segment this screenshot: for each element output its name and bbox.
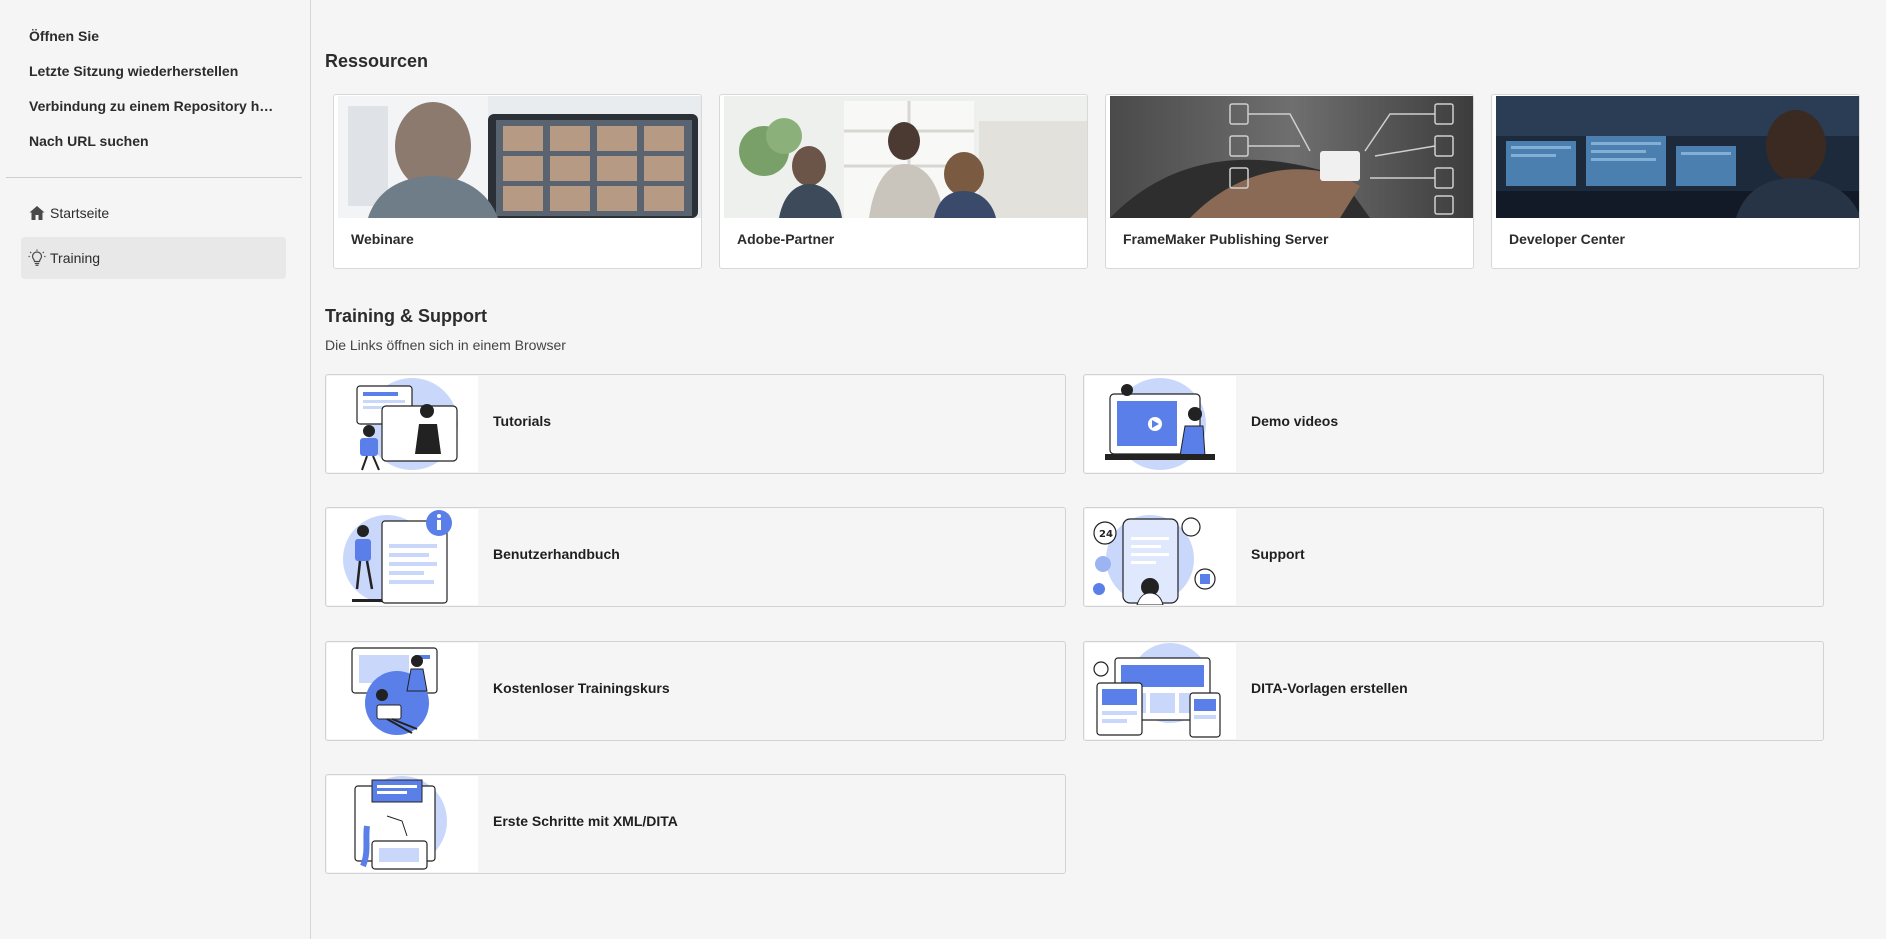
training-support-title: Training & Support [325,306,487,326]
training-card-demo-videos[interactable]: Demo videos [1083,374,1824,474]
sidebar: Öffnen Sie Letzte Sitzung wiederherstell… [0,0,311,939]
training-card-free-training-course[interactable]: Kostenloser Trainingskurs [325,641,1066,741]
sidebar-item-home[interactable]: Startseite [21,192,286,234]
sidebar-divider [6,177,302,178]
connect-repository-link[interactable]: Verbindung zu einem Repository herst... [29,98,279,114]
resource-card-label: FrameMaker Publishing Server [1123,231,1329,247]
training-card-label: Erste Schritte mit XML/DITA [493,813,678,829]
training-card-user-manual[interactable]: Benutzerhandbuch [325,507,1066,607]
resource-card-adobe-partner[interactable]: Adobe-Partner [719,94,1088,269]
resource-card-developer-center[interactable]: Developer Center [1491,94,1860,269]
open-link[interactable]: Öffnen Sie [29,28,99,44]
training-card-label: Tutorials [493,413,552,429]
resource-card-publishing-server[interactable]: FrameMaker Publishing Server [1105,94,1474,269]
training-card-label: Benutzerhandbuch [493,546,620,562]
resource-card-label: Adobe-Partner [737,231,835,247]
search-by-url-link[interactable]: Nach URL suchen [29,133,149,149]
training-card-label: DITA-Vorlagen erstellen [1251,680,1408,696]
sidebar-item-label: Startseite [50,205,110,221]
training-card-label: Support [1251,546,1305,562]
home-icon [29,206,45,220]
demo-videos-illustration [1085,376,1236,472]
training-card-label: Kostenloser Trainingskurs [493,680,670,696]
training-card-label: Demo videos [1251,413,1339,429]
resources-title: Ressourcen [325,51,429,71]
restore-session-link[interactable]: Letzte Sitzung wiederherstellen [29,63,238,79]
developer-center-image [1496,96,1859,218]
user-manual-illustration [327,509,478,605]
partner-image [724,96,1087,218]
sidebar-item-label: Training [50,250,101,266]
publishing-server-image [1110,96,1473,218]
tutorials-illustration [327,376,478,472]
training-card-tutorials[interactable]: Tutorials [325,374,1066,474]
free-training-illustration [327,643,478,739]
svg-text:24: 24 [1099,529,1113,540]
resource-card-label: Webinare [351,231,414,247]
resource-card-webinars[interactable]: Webinare [333,94,702,269]
training-support-subtitle: Die Links öffnen sich in einem Browser [325,337,566,353]
training-card-create-dita-templates[interactable]: DITA-Vorlagen erstellen [1083,641,1824,741]
lightbulb-icon [28,249,46,266]
dita-templates-illustration [1085,643,1236,739]
xml-dita-illustration [327,776,478,872]
sidebar-item-training[interactable]: Training [21,237,286,279]
training-card-getting-started-xml-dita[interactable]: Erste Schritte mit XML/DITA [325,774,1066,874]
training-card-support[interactable]: 24 Support [1083,507,1824,607]
support-illustration: 24 [1085,509,1236,605]
webinar-image [338,96,701,218]
resource-card-label: Developer Center [1509,231,1625,247]
